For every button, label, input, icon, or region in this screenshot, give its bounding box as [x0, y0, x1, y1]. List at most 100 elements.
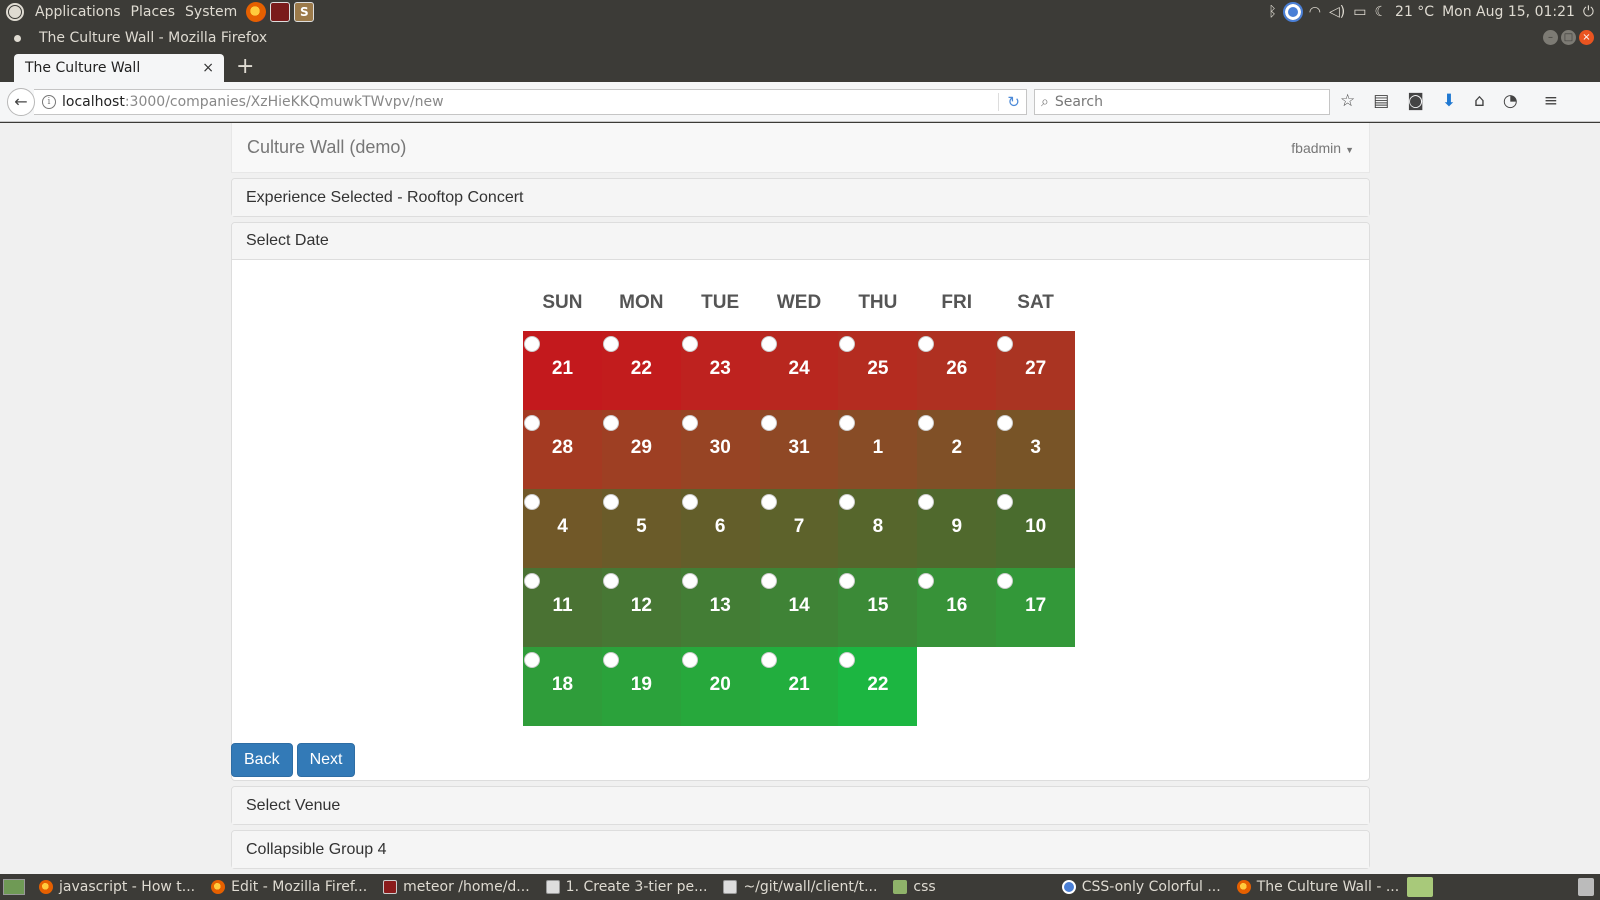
- site-info-icon[interactable]: i: [42, 95, 56, 109]
- day-radio[interactable]: [760, 652, 777, 668]
- tab-close-button[interactable]: ×: [202, 60, 214, 76]
- calendar-day[interactable]: 5: [601, 489, 681, 568]
- day-radio[interactable]: [918, 415, 935, 431]
- taskbar-item[interactable]: meteor /home/d...: [375, 879, 538, 895]
- download-icon[interactable]: ⬇: [1442, 91, 1456, 111]
- pocket-icon[interactable]: ◙: [1407, 91, 1424, 111]
- menu-system[interactable]: System: [180, 4, 242, 20]
- new-tab-button[interactable]: +: [236, 55, 254, 79]
- calendar-day[interactable]: 18: [523, 647, 602, 726]
- calendar-day[interactable]: 22: [838, 647, 918, 726]
- maximize-button[interactable]: □: [1561, 30, 1576, 45]
- temperature[interactable]: 21 °C: [1395, 4, 1434, 20]
- menu-places[interactable]: Places: [126, 4, 181, 20]
- show-desktop-icon[interactable]: [3, 879, 25, 895]
- calendar-day[interactable]: 1: [838, 410, 918, 489]
- taskbar-item[interactable]: Edit - Mozilla Firef...: [203, 879, 375, 895]
- chrome-tray-icon[interactable]: [1282, 1, 1303, 22]
- day-radio[interactable]: [681, 494, 698, 510]
- reload-icon[interactable]: ↻: [998, 93, 1020, 111]
- calendar-day[interactable]: 7: [759, 489, 839, 568]
- firefox-launcher-icon[interactable]: [246, 1, 267, 22]
- calendar-day[interactable]: 11: [523, 568, 602, 647]
- calendar-day[interactable]: 21: [759, 647, 839, 726]
- minimize-button[interactable]: –: [1543, 30, 1558, 45]
- firefox-tray-icon[interactable]: [1407, 877, 1434, 897]
- bluetooth-icon[interactable]: ᛒ: [1268, 4, 1276, 20]
- panel-heading-experience[interactable]: Experience Selected - Rooftop Concert: [232, 179, 1369, 216]
- day-radio[interactable]: [997, 415, 1014, 431]
- calendar-day[interactable]: 26: [917, 331, 997, 410]
- taskbar-item[interactable]: CSS-only Colorful ...: [1054, 879, 1229, 895]
- calendar-day[interactable]: 15: [838, 568, 918, 647]
- user-dropdown[interactable]: fbadmin ▼: [1291, 140, 1354, 156]
- day-radio[interactable]: [997, 336, 1014, 352]
- calendar-day[interactable]: 29: [601, 410, 681, 489]
- day-radio[interactable]: [681, 652, 698, 668]
- chat-icon[interactable]: ◔: [1503, 91, 1518, 111]
- calendar-day[interactable]: 6: [680, 489, 760, 568]
- day-radio[interactable]: [839, 415, 856, 431]
- day-radio[interactable]: [602, 494, 619, 510]
- clock[interactable]: Mon Aug 15, 01:21: [1442, 4, 1575, 20]
- battery-icon[interactable]: ▭: [1353, 4, 1366, 20]
- day-radio[interactable]: [524, 573, 540, 589]
- calendar-day[interactable]: 16: [917, 568, 997, 647]
- taskbar-item[interactable]: javascript - How t...: [31, 879, 203, 895]
- calendar-day[interactable]: 8: [838, 489, 918, 568]
- taskbar-item[interactable]: css: [885, 879, 943, 895]
- calendar-day[interactable]: 27: [996, 331, 1076, 410]
- calendar-day[interactable]: 4: [523, 489, 602, 568]
- app-brand[interactable]: Culture Wall (demo): [247, 137, 406, 158]
- bookmark-star-icon[interactable]: ☆: [1340, 91, 1355, 111]
- calendar-day[interactable]: 3: [996, 410, 1076, 489]
- taskbar-item[interactable]: The Culture Wall - ...: [1229, 879, 1408, 895]
- calendar-day[interactable]: 17: [996, 568, 1076, 647]
- day-radio[interactable]: [602, 652, 619, 668]
- day-radio[interactable]: [760, 494, 777, 510]
- terminal-launcher-icon[interactable]: [270, 1, 291, 22]
- calendar-day[interactable]: 9: [917, 489, 997, 568]
- day-radio[interactable]: [997, 573, 1014, 589]
- calendar-day[interactable]: 31: [759, 410, 839, 489]
- day-radio[interactable]: [997, 494, 1014, 510]
- day-radio[interactable]: [839, 652, 856, 668]
- tab-culture-wall[interactable]: The Culture Wall ×: [14, 54, 224, 82]
- trash-icon[interactable]: [1578, 878, 1594, 896]
- search-input[interactable]: ⌕ Search: [1034, 89, 1330, 115]
- hamburger-menu-icon[interactable]: ≡: [1544, 91, 1558, 111]
- sublime-launcher-icon[interactable]: S: [294, 1, 315, 22]
- back-button[interactable]: ←: [7, 88, 35, 116]
- calendar-day[interactable]: 22: [601, 331, 681, 410]
- home-icon[interactable]: ⌂: [1474, 91, 1485, 111]
- power-icon[interactable]: ⏻: [1583, 4, 1594, 20]
- calendar-day[interactable]: 13: [680, 568, 760, 647]
- day-radio[interactable]: [602, 573, 619, 589]
- panel-heading-venue[interactable]: Select Venue: [232, 787, 1369, 824]
- volume-icon[interactable]: ◁): [1329, 4, 1345, 20]
- calendar-day[interactable]: 10: [996, 489, 1076, 568]
- reading-list-icon[interactable]: ▤: [1373, 91, 1389, 111]
- calendar-day[interactable]: 24: [759, 331, 839, 410]
- back-step-button[interactable]: Back: [231, 743, 293, 777]
- day-radio[interactable]: [760, 415, 777, 431]
- day-radio[interactable]: [524, 415, 540, 431]
- day-radio[interactable]: [839, 494, 856, 510]
- day-radio[interactable]: [918, 494, 935, 510]
- day-radio[interactable]: [524, 336, 540, 352]
- taskbar-item[interactable]: 1. Create 3-tier pe...: [538, 879, 716, 895]
- wifi-icon[interactable]: ◠: [1309, 4, 1321, 20]
- url-bar[interactable]: i localhost:3000/companies/XzHieKKQmuwkT…: [34, 89, 1027, 115]
- day-radio[interactable]: [681, 415, 698, 431]
- day-radio[interactable]: [918, 573, 935, 589]
- day-radio[interactable]: [681, 573, 698, 589]
- panel-heading-group4[interactable]: Collapsible Group 4: [232, 831, 1369, 868]
- taskbar-item[interactable]: ~/git/wall/client/t...: [715, 879, 885, 895]
- calendar-day[interactable]: 19: [601, 647, 681, 726]
- day-radio[interactable]: [918, 336, 935, 352]
- day-radio[interactable]: [524, 652, 540, 668]
- day-radio[interactable]: [839, 336, 856, 352]
- calendar-day[interactable]: 12: [601, 568, 681, 647]
- ubuntu-logo-icon[interactable]: [6, 2, 24, 21]
- calendar-day[interactable]: 28: [523, 410, 602, 489]
